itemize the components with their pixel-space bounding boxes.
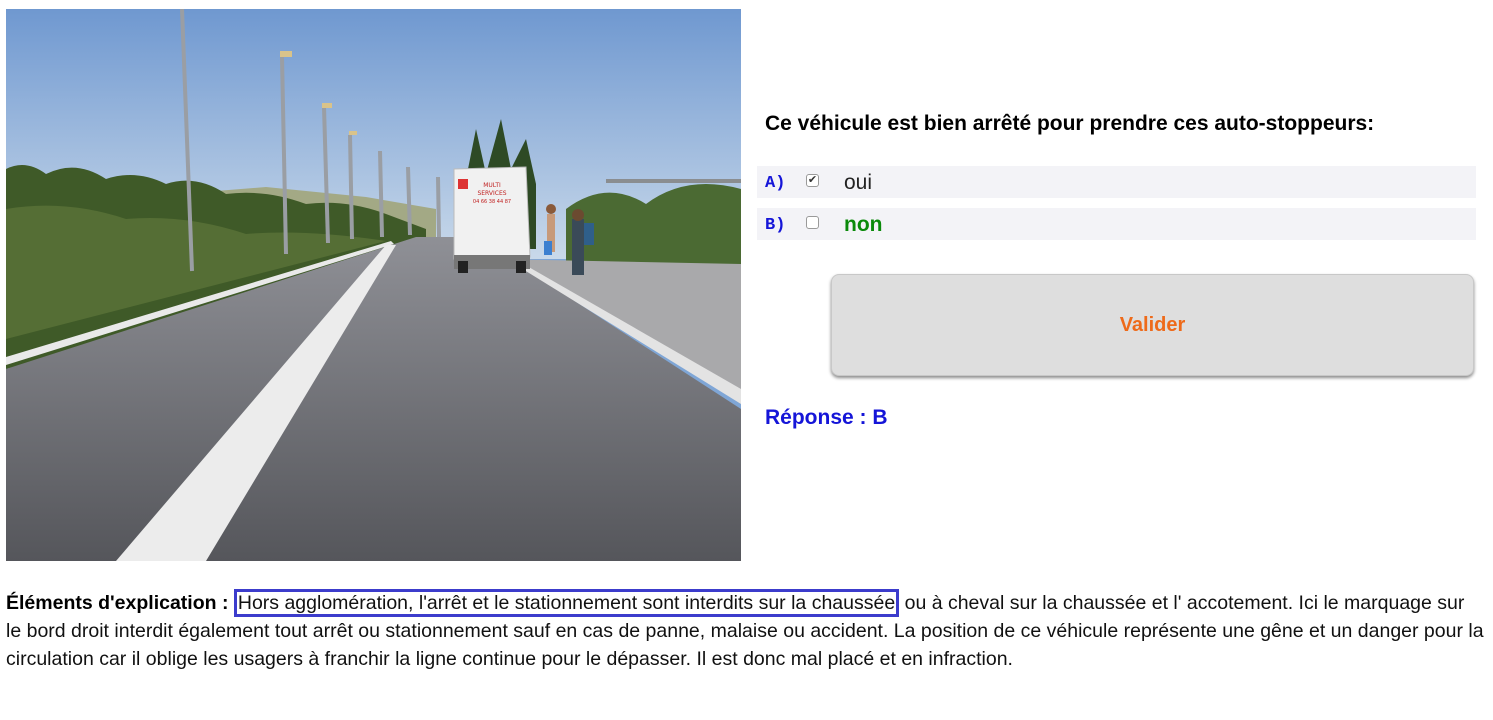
answer-option-a[interactable]: A) ✔ oui [757,166,1476,198]
validate-button[interactable]: Valider [831,274,1474,376]
van-sign-line-1: MULTI [483,182,501,189]
question-photo: MULTI SERVICES 04 66 38 44 87 [6,9,741,561]
question-text: Ce véhicule est bien arrêté pour prendre… [765,112,1375,135]
explanation-heading: Éléments d'explication : [6,592,234,614]
answer-a-label: oui [844,171,873,194]
van-sign-line-2: SERVICES [477,190,506,197]
answer-b-checkbox[interactable] [806,216,819,229]
van-sign-line-3: 04 66 38 44 87 [473,199,511,205]
answer-letter-a: A) [765,174,786,193]
van-illustration: MULTI SERVICES 04 66 38 44 87 [453,166,531,273]
answer-a-checkbox[interactable]: ✔ [806,174,819,187]
explanation-highlight: Hors agglomération, l'arrêt et le statio… [233,589,900,617]
answer-letter-b: B) [765,216,786,235]
answer-result: Réponse : B [765,406,888,429]
explanation-paragraph: Éléments d'explication : Hors agglomérat… [6,589,1484,673]
answer-option-b[interactable]: B) non [757,208,1476,240]
answer-b-label: non [844,213,883,236]
